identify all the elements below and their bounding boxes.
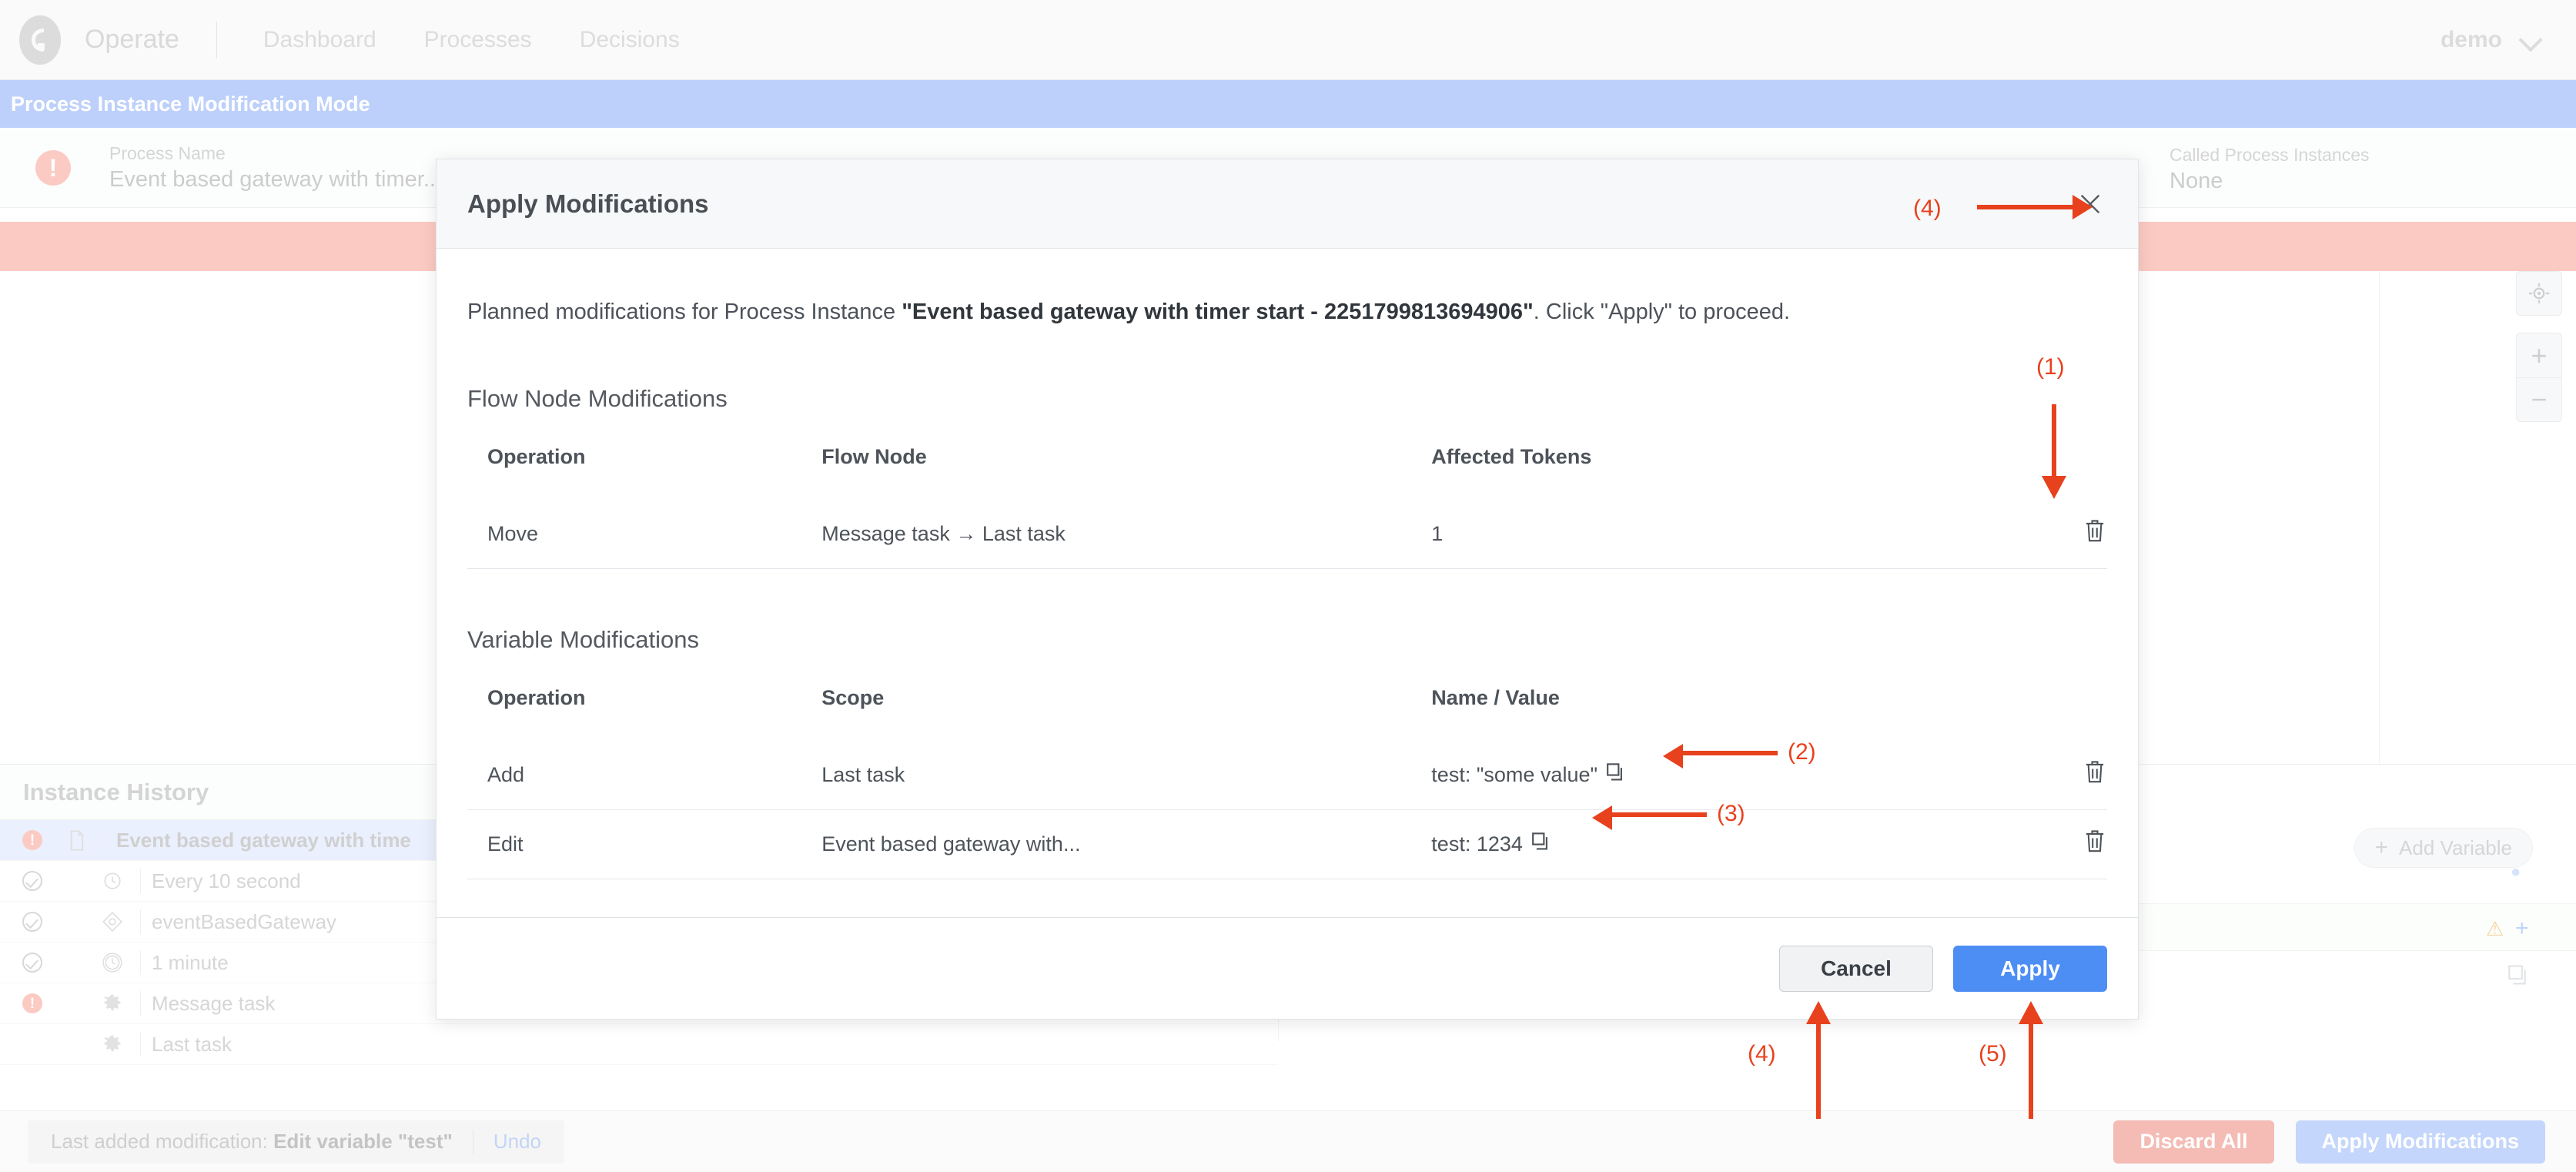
col-header-name-value: Name / Value bbox=[1431, 675, 2008, 741]
table-row: Move Message task → Last task 1 bbox=[467, 500, 2107, 569]
description-suffix: . Click "Apply" to proceed. bbox=[1534, 300, 1790, 324]
modal-overlay: Apply Modifications Planned modification… bbox=[0, 0, 2576, 1172]
cell-operation: Move bbox=[467, 500, 821, 569]
cell-actions bbox=[2009, 500, 2107, 569]
cell-name-value: test: "some value" bbox=[1431, 741, 2008, 810]
dialog-footer: Cancel Apply bbox=[437, 917, 2138, 1019]
table-row: Add Last task test: "some value" bbox=[467, 741, 2107, 810]
description-instance-name: "Event based gateway with timer start - … bbox=[902, 300, 1534, 324]
dialog-body: Planned modifications for Process Instan… bbox=[437, 249, 2138, 917]
description-prefix: Planned modifications for Process Instan… bbox=[467, 300, 902, 324]
cell-actions bbox=[2009, 809, 2107, 879]
dialog-description: Planned modifications for Process Instan… bbox=[467, 296, 2107, 328]
cell-name-value: test: 1234 bbox=[1431, 809, 2008, 879]
table-header-row: Operation Scope Name / Value bbox=[467, 675, 2107, 741]
col-header-actions bbox=[2009, 675, 2107, 741]
cell-operation: Add bbox=[467, 741, 821, 810]
col-header-flow-node: Flow Node bbox=[821, 434, 1431, 500]
trash-icon[interactable] bbox=[2084, 829, 2107, 855]
trash-icon[interactable] bbox=[2084, 759, 2107, 785]
copy-to-clipboard-icon[interactable] bbox=[1532, 832, 1552, 856]
cancel-button[interactable]: Cancel bbox=[1779, 946, 1933, 992]
cell-scope: Event based gateway with... bbox=[821, 809, 1431, 879]
cell-scope: Last task bbox=[821, 741, 1431, 810]
close-icon[interactable] bbox=[2073, 187, 2107, 221]
trash-icon[interactable] bbox=[2084, 518, 2107, 544]
variable-modifications-title: Variable Modifications bbox=[467, 626, 2107, 654]
table-row: Edit Event based gateway with... test: 1… bbox=[467, 809, 2107, 879]
variable-name-value: test: "some value" bbox=[1431, 763, 1597, 787]
variable-name-value: test: 1234 bbox=[1431, 832, 1523, 856]
apply-button[interactable]: Apply bbox=[1953, 946, 2107, 992]
flow-node-modifications-table: Operation Flow Node Affected Tokens Move… bbox=[467, 434, 2107, 569]
variable-modifications-table: Operation Scope Name / Value Add Last ta… bbox=[467, 675, 2107, 879]
col-header-scope: Scope bbox=[821, 675, 1431, 741]
col-header-actions bbox=[2009, 434, 2107, 500]
cell-operation: Edit bbox=[467, 809, 821, 879]
cell-flow-node: Message task → Last task bbox=[821, 500, 1431, 569]
app-root: Operate Dashboard Processes Decisions de… bbox=[0, 0, 2576, 1172]
apply-modifications-dialog: Apply Modifications Planned modification… bbox=[436, 159, 2139, 1020]
table-header-row: Operation Flow Node Affected Tokens bbox=[467, 434, 2107, 500]
col-header-affected-tokens: Affected Tokens bbox=[1431, 434, 2008, 500]
copy-to-clipboard-icon[interactable] bbox=[1607, 763, 1627, 787]
dialog-header: Apply Modifications bbox=[437, 159, 2138, 249]
flow-node-modifications-title: Flow Node Modifications bbox=[467, 385, 2107, 413]
cell-actions bbox=[2009, 741, 2107, 810]
col-header-operation: Operation bbox=[467, 675, 821, 741]
col-header-operation: Operation bbox=[467, 434, 821, 500]
cell-affected-tokens: 1 bbox=[1431, 500, 2008, 569]
dialog-title: Apply Modifications bbox=[467, 189, 709, 219]
